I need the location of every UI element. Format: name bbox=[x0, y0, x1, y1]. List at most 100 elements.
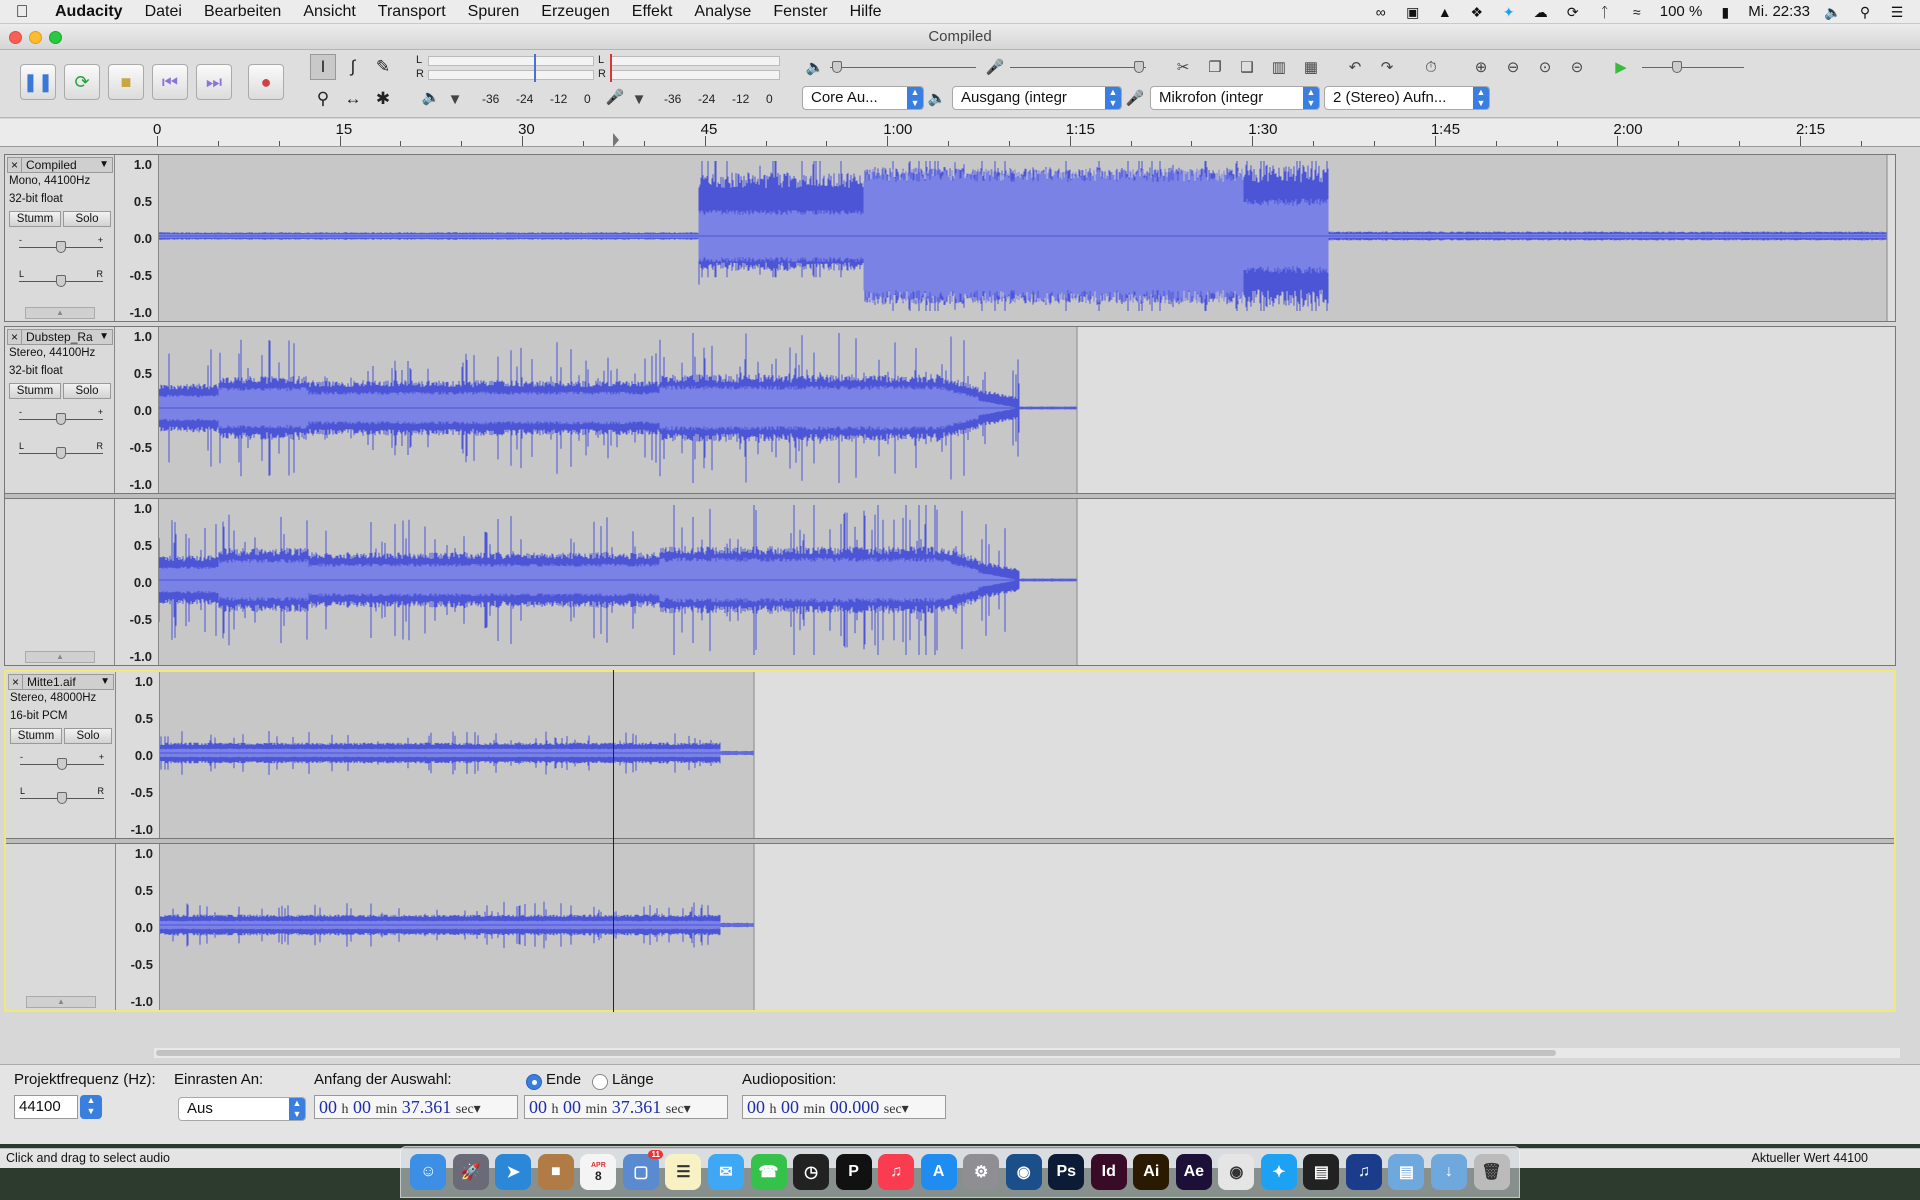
selection-start-time[interactable]: 00 h 00 min 37.361 sec▾ bbox=[314, 1095, 518, 1119]
mute-button[interactable]: Stumm bbox=[9, 383, 61, 399]
dock-aktivit-t-icon[interactable]: ▤ bbox=[1303, 1154, 1340, 1190]
dock-finder-icon[interactable]: ☺ bbox=[410, 1154, 447, 1190]
time-shift-tool-icon[interactable]: ↔ bbox=[340, 86, 366, 112]
track-name-menu[interactable]: × Compiled ▼ bbox=[7, 157, 113, 173]
speaker-icon[interactable]: 🔈 bbox=[420, 86, 442, 108]
track-menu-arrow-icon[interactable]: ▼ bbox=[99, 158, 109, 172]
collapse-track-button[interactable]: ▲ bbox=[25, 307, 95, 319]
project-rate-stepper[interactable]: ▲ ▼ bbox=[80, 1095, 102, 1119]
zoom-in-icon[interactable]: ⊕ bbox=[1470, 56, 1492, 78]
solo-button[interactable]: Solo bbox=[63, 211, 111, 227]
dock-ae-icon[interactable]: Ae bbox=[1175, 1154, 1212, 1190]
envelope-tool-icon[interactable]: ∫ bbox=[340, 54, 366, 80]
silence-icon[interactable]: ▦ bbox=[1300, 56, 1322, 78]
dock-ordner-icon[interactable]: ▤ bbox=[1388, 1154, 1425, 1190]
dock-uhr-icon[interactable]: ◷ bbox=[793, 1154, 830, 1190]
multi-tool-icon[interactable]: ✱ bbox=[370, 86, 396, 112]
track-name-menu[interactable]: × Mitte1.aif ▼ bbox=[8, 674, 114, 690]
waveform-area[interactable] bbox=[6, 672, 1894, 1010]
creative-cloud-icon[interactable]: ∞ bbox=[1372, 4, 1390, 20]
close-track-icon[interactable]: × bbox=[8, 158, 22, 172]
output-device-select[interactable]: Ausgang (integr ▲ ▼ bbox=[952, 86, 1122, 110]
playback-meter[interactable]: L R bbox=[416, 54, 594, 82]
track-mitte1[interactable]: × Mitte1.aif ▼ Stereo, 48000Hz 16-bit PCM … bbox=[4, 670, 1896, 1012]
trim-icon[interactable]: ▥ bbox=[1268, 56, 1290, 78]
track-menu-arrow-icon[interactable]: ▼ bbox=[100, 675, 110, 689]
airplay-icon[interactable]: ▣ bbox=[1404, 4, 1422, 20]
zoom-tool-icon[interactable]: ⚲ bbox=[310, 86, 336, 112]
mute-button[interactable]: Stumm bbox=[9, 211, 61, 227]
stop-button[interactable]: ■ bbox=[108, 64, 144, 100]
gain-slider[interactable]: - + bbox=[19, 235, 103, 253]
pan-slider[interactable]: LR bbox=[19, 269, 103, 287]
volume-icon[interactable]: 🔈 bbox=[1824, 4, 1842, 20]
close-track-icon[interactable]: × bbox=[8, 330, 22, 344]
dropbox-icon[interactable]: ❖ bbox=[1468, 4, 1486, 20]
collapse-track-button[interactable]: ▲ bbox=[25, 651, 95, 663]
drive-icon[interactable]: ▲ bbox=[1436, 4, 1454, 20]
record-meter-menu-icon[interactable]: ▼ bbox=[628, 88, 650, 110]
bluetooth-icon[interactable]: ᛏ bbox=[1596, 4, 1614, 20]
input-device-select[interactable]: Mikrofon (integr ▲ ▼ bbox=[1150, 86, 1320, 110]
dock-systemeinstellungen-icon[interactable]: ⚙ bbox=[963, 1154, 1000, 1190]
close-track-icon[interactable]: × bbox=[9, 675, 23, 689]
dock-notizen-icon[interactable]: ☰ bbox=[665, 1154, 702, 1190]
gain-slider[interactable]: - + bbox=[20, 752, 104, 770]
pan-slider[interactable]: LR bbox=[20, 786, 104, 804]
end-radio[interactable] bbox=[526, 1074, 542, 1090]
audio-host-select[interactable]: Core Au... ▲ ▼ bbox=[802, 86, 924, 110]
play-at-speed-icon[interactable]: ▶ bbox=[1610, 56, 1632, 78]
input-channels-select[interactable]: 2 (Stereo) Aufn... ▲ ▼ bbox=[1324, 86, 1490, 110]
waveform-area[interactable] bbox=[159, 155, 1895, 321]
dock-id-icon[interactable]: Id bbox=[1090, 1154, 1127, 1190]
wifi-icon[interactable]: ≈ bbox=[1628, 4, 1646, 20]
menu-hilfe[interactable]: Hilfe bbox=[839, 3, 893, 21]
dock-kalender-icon[interactable]: APR 8 bbox=[580, 1154, 617, 1190]
selection-end-time[interactable]: 00 h 00 min 37.361 sec▾ bbox=[524, 1095, 728, 1119]
minimize-window-button[interactable] bbox=[29, 31, 42, 44]
menu-erzeugen[interactable]: Erzeugen bbox=[530, 3, 621, 21]
dock-kontakte-icon[interactable]: ■ bbox=[537, 1154, 574, 1190]
timeline-ruler[interactable]: 0 15 30 45 1:00 1:15 1:30 1:45 2:00 2:15 bbox=[0, 119, 1920, 147]
playback-meter-menu-icon[interactable]: ▼ bbox=[444, 88, 466, 110]
dock-papierkorb-icon[interactable]: 🗑 bbox=[1473, 1154, 1510, 1190]
solo-button[interactable]: Solo bbox=[64, 728, 112, 744]
menu-bearbeiten[interactable]: Bearbeiten bbox=[193, 3, 292, 21]
copy-icon[interactable]: ❐ bbox=[1204, 56, 1226, 78]
menu-app-name[interactable]: Audacity bbox=[44, 3, 134, 21]
solo-button[interactable]: Solo bbox=[63, 383, 111, 399]
selection-tool-icon[interactable]: I bbox=[310, 54, 336, 80]
menu-clock[interactable]: Mi. 22:33 bbox=[1748, 3, 1810, 20]
dock-ai-icon[interactable]: Ai bbox=[1133, 1154, 1170, 1190]
pause-button[interactable]: ❚❚ bbox=[20, 64, 56, 100]
dock-facetime-icon[interactable]: ☎ bbox=[750, 1154, 787, 1190]
snap-select[interactable]: Aus ▲ ▼ bbox=[178, 1097, 306, 1121]
play-button[interactable]: ⟳ bbox=[64, 64, 100, 100]
sync-icon[interactable]: ⟳ bbox=[1564, 4, 1582, 20]
fit-project-icon[interactable]: ⊝ bbox=[1566, 56, 1588, 78]
project-rate-input[interactable]: 44100 bbox=[14, 1095, 78, 1119]
menu-transport[interactable]: Transport bbox=[367, 3, 457, 21]
audio-position-time[interactable]: 00 h 00 min 00.000 sec▾ bbox=[742, 1095, 946, 1119]
dock-twitter-icon[interactable]: ✦ bbox=[1260, 1154, 1297, 1190]
menu-datei[interactable]: Datei bbox=[134, 3, 193, 21]
play-speed-slider[interactable] bbox=[1642, 61, 1744, 73]
pan-slider[interactable]: LR bbox=[19, 441, 103, 459]
menu-analyse[interactable]: Analyse bbox=[683, 3, 762, 21]
track-name-menu[interactable]: × Dubstep_Ra ▼ bbox=[7, 329, 113, 345]
paste-icon[interactable]: ❑ bbox=[1236, 56, 1258, 78]
fit-selection-icon[interactable]: ⊙ bbox=[1534, 56, 1556, 78]
dock-ps-icon[interactable]: Ps bbox=[1048, 1154, 1085, 1190]
menu-fenster[interactable]: Fenster bbox=[762, 3, 838, 21]
zoom-out-icon[interactable]: ⊖ bbox=[1502, 56, 1524, 78]
undo-icon[interactable]: ↶ bbox=[1344, 56, 1366, 78]
collapse-track-button[interactable]: ▲ bbox=[26, 996, 96, 1008]
twitter-icon[interactable]: ✦ bbox=[1500, 4, 1518, 20]
dock-chrome-icon[interactable]: ◉ bbox=[1218, 1154, 1255, 1190]
menu-effekt[interactable]: Effekt bbox=[621, 3, 684, 21]
dock-launchpad-icon[interactable]: 🚀 bbox=[452, 1154, 489, 1190]
record-meter[interactable]: L R bbox=[598, 54, 780, 82]
waveform-area[interactable] bbox=[5, 327, 1895, 665]
redo-icon[interactable]: ↷ bbox=[1376, 56, 1398, 78]
mute-button[interactable]: Stumm bbox=[10, 728, 62, 744]
